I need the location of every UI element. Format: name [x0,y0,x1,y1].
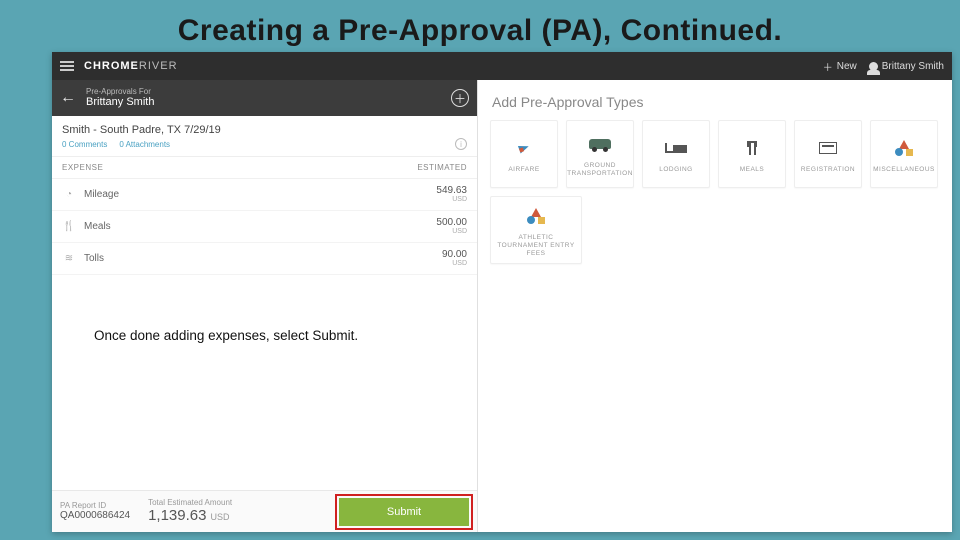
back-arrow-icon[interactable]: ← [60,89,76,107]
tile-athletic-tournament[interactable]: ATHLETIC TOURNAMENT ENTRY FEES [490,196,582,264]
submit-highlight [335,494,473,530]
tile-meals[interactable]: MEALS [718,120,786,188]
new-button[interactable]: ＋ New [823,59,857,74]
clipboard-icon [819,142,837,154]
left-footer: PA Report ID QA0000686424 Total Estimate… [52,490,477,532]
user-menu[interactable]: Brittany Smith [869,61,944,72]
attachments-link[interactable]: 0 Attachments [119,140,170,149]
plane-icon [518,143,530,154]
tile-miscellaneous[interactable]: MISCELLANEOUS [870,120,938,188]
expense-currency: USD [436,228,467,235]
tile-label: LODGING [655,166,696,174]
expense-amount: 90.00 [442,250,467,260]
add-line-button[interactable]: ＋ [451,89,469,107]
tile-label: MEALS [736,166,769,174]
expense-currency: USD [436,196,467,203]
speedometer-icon: ◔ [62,188,76,202]
instruction-caption: Once done adding expenses, select Submit… [94,328,358,343]
road-icon: ≋ [62,252,76,266]
slide-title: Creating a Pre-Approval (PA), Continued. [0,0,960,56]
app-bar: CHROMERIVER ＋ New Brittany Smith [52,52,952,80]
comments-link[interactable]: 0 Comments [62,140,107,149]
total-label: Total Estimated Amount [148,498,232,507]
expense-header: EXPENSE ESTIMATED [52,157,477,179]
report-id-value: QA0000686424 [60,510,130,522]
right-pane-title: Add Pre-Approval Types [490,90,940,120]
expense-label: Mileage [84,189,119,200]
right-pane: Add Pre-Approval Types AIRFARE GROUND TR… [478,80,952,532]
left-pane: ← Pre-Approvals For Brittany Smith ＋ Smi… [52,80,478,532]
tile-grid: AIRFARE GROUND TRANSPORTATION LODGING ME… [490,120,940,264]
col-expense: EXPENSE [62,163,103,172]
report-meta: 0 Comments 0 Attachments i [52,138,477,157]
hamburger-icon[interactable] [60,60,74,72]
bed-icon [665,143,687,153]
logo-text-light: RIVER [139,60,178,72]
utensils-icon [749,141,756,155]
tile-label: MISCELLANEOUS [869,166,939,174]
tile-lodging[interactable]: LODGING [642,120,710,188]
header-subtitle: Pre-Approvals For [86,88,154,97]
app-logo: CHROMERIVER [84,60,178,72]
plus-icon: ＋ [823,59,833,74]
info-icon[interactable]: i [455,138,467,150]
tile-label: ATHLETIC TOURNAMENT ENTRY FEES [491,234,581,257]
report-title: Smith - South Padre, TX 7/29/19 [52,116,477,138]
user-name: Brittany Smith [882,61,944,72]
expense-row-mileage[interactable]: ◔ Mileage 549.63 USD [52,179,477,211]
tile-label: REGISTRATION [797,166,859,174]
total-currency: USD [210,512,229,522]
expense-amount: 500.00 [436,218,467,228]
expense-amount: 549.63 [436,186,467,196]
tile-label: AIRFARE [504,166,543,174]
logo-text-strong: CHROME [84,60,139,72]
total-value: 1,139.63 [148,507,206,524]
left-header: ← Pre-Approvals For Brittany Smith ＋ [52,80,477,116]
expense-row-tolls[interactable]: ≋ Tolls 90.00 USD [52,243,477,275]
new-label: New [837,61,857,72]
expense-label: Meals [84,221,111,232]
expense-row-meals[interactable]: 🍴 Meals 500.00 USD [52,211,477,243]
expense-currency: USD [442,260,467,267]
shapes-icon [527,208,545,224]
car-icon [589,139,611,149]
header-person: Brittany Smith [86,96,154,108]
tile-airfare[interactable]: AIRFARE [490,120,558,188]
app-window: CHROMERIVER ＋ New Brittany Smith ← Pre-A… [52,52,952,532]
tile-label: GROUND TRANSPORTATION [563,162,637,178]
utensils-icon: 🍴 [62,220,76,234]
report-id-label: PA Report ID [60,501,130,510]
tile-ground-transport[interactable]: GROUND TRANSPORTATION [566,120,634,188]
col-estimated: ESTIMATED [417,163,467,172]
shapes-icon [895,140,913,156]
person-icon [869,62,878,71]
tile-registration[interactable]: REGISTRATION [794,120,862,188]
expense-label: Tolls [84,253,104,264]
